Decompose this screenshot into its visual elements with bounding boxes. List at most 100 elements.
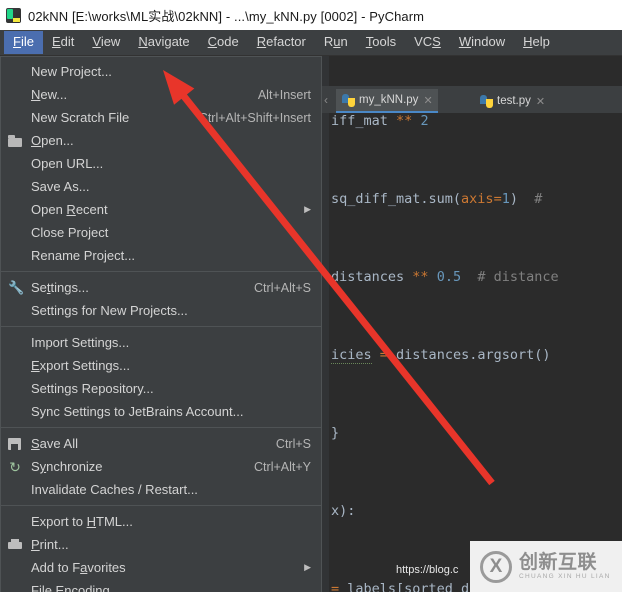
printer-icon (8, 538, 22, 552)
window-title: 02kNN [E:\works\ML实战\02kNN] - ...\my_kNN… (28, 8, 425, 24)
code-line: } (331, 425, 340, 441)
editor-gutter (322, 56, 329, 592)
menu-item-label: Settings Repository... (31, 381, 154, 396)
menu-item-shortcut: Alt+Insert (257, 87, 311, 102)
menu-item-save-all[interactable]: Save All Ctrl+S (1, 432, 321, 455)
menu-item-open[interactable]: Open... (1, 129, 321, 152)
menu-separator (1, 505, 321, 506)
menu-item-open-url[interactable]: Open URL... (1, 152, 321, 175)
tab-label: my_kNN.py (359, 94, 419, 106)
watermark-en-text: CHUANG XIN HU LIAN (519, 572, 611, 580)
menu-item-label: Export to HTML... (31, 514, 133, 529)
menu-item-label: Open Recent (31, 202, 108, 217)
editor-tab-test[interactable]: test.py ✕ (474, 89, 550, 113)
chevron-right-icon: ▶ (304, 204, 311, 214)
menubar-item-run[interactable]: Run (315, 31, 357, 54)
file-dropdown-menu: New Project... New... Alt+Insert New Scratc… (0, 56, 322, 592)
sync-icon: ↻ (9, 459, 21, 475)
menu-item-label: Open URL... (31, 156, 104, 171)
title-bar: 02kNN [E:\works\ML实战\02kNN] - ...\my_kNN… (0, 0, 622, 30)
menu-item-label: New Scratch File (31, 110, 130, 125)
menu-item-label: Save As... (31, 179, 90, 194)
tab-scroll-left-icon[interactable]: ‹ (324, 93, 328, 107)
menu-item-label: Settings... (31, 280, 89, 295)
editor-tab-my-knn[interactable]: my_kNN.py ✕ (336, 89, 438, 113)
tab-label: test.py (497, 95, 531, 107)
menu-item-label: Export Settings... (31, 358, 130, 373)
menu-item-open-recent[interactable]: Open Recent ▶ (1, 198, 321, 221)
menu-item-settings-for-new-projects[interactable]: Settings for New Projects... (1, 299, 321, 322)
pycharm-icon (6, 7, 21, 23)
menubar-item-navigate[interactable]: Navigate (129, 31, 198, 54)
menu-item-add-to-favorites[interactable]: Add to Favorites ▶ (1, 556, 321, 579)
menu-separator (1, 271, 321, 272)
menubar-item-view[interactable]: View (83, 31, 129, 54)
code-content[interactable]: iff_mat ** 2 sq_diff_mat.sum(axis=1) # d… (331, 56, 622, 592)
watermark-logo-icon (480, 550, 512, 583)
menu-item-label: Print... (31, 537, 69, 552)
menu-item-label: New Project... (31, 64, 112, 79)
menu-item-save-as[interactable]: Save As... (1, 175, 321, 198)
watermark: 创新互联 CHUANG XIN HU LIAN (470, 541, 622, 592)
menu-item-label: Rename Project... (31, 248, 136, 263)
menu-bar: File Edit View Navigate Code Refactor Run Tools… (0, 30, 622, 56)
pycharm-window: 02kNN [E:\works\ML实战\02kNN] - ...\my_kNN… (0, 0, 622, 592)
code-line: distances ** 0.5 # distance (331, 269, 559, 285)
menubar-item-refactor[interactable]: Refactor (248, 31, 315, 54)
menu-item-print[interactable]: Print... (1, 533, 321, 556)
menu-item-file-encoding[interactable]: File Encoding (1, 579, 321, 592)
menu-item-label: Synchronize (31, 459, 103, 474)
code-line: sq_diff_mat.sum(axis=1) # (331, 191, 551, 207)
menubar-item-file[interactable]: File (4, 31, 43, 54)
menubar-item-tools[interactable]: Tools (357, 31, 405, 54)
menu-item-label: Open... (31, 133, 74, 148)
menu-item-shortcut: Ctrl+S (275, 436, 311, 451)
menu-item-label: Sync Settings to JetBrains Account... (31, 404, 244, 419)
menu-item-export-settings[interactable]: Export Settings... (1, 354, 321, 377)
menubar-item-help[interactable]: Help (514, 31, 559, 54)
menu-item-close-project[interactable]: Close Project (1, 221, 321, 244)
menu-separator (1, 326, 321, 327)
menu-item-label: File Encoding (31, 583, 110, 592)
save-icon (8, 437, 22, 451)
menubar-item-vcs[interactable]: VCS (405, 31, 450, 54)
python-file-icon (480, 94, 493, 108)
close-icon[interactable]: ✕ (423, 94, 432, 107)
folder-icon (8, 134, 22, 148)
menu-item-settings[interactable]: 🔧 Settings... Ctrl+Alt+S (1, 276, 321, 299)
menu-item-label: Import Settings... (31, 335, 130, 350)
menu-item-label: Save All (31, 436, 78, 451)
code-line: x): (331, 503, 356, 519)
menubar-item-window[interactable]: Window (450, 31, 514, 54)
python-file-icon (342, 93, 355, 107)
menu-item-synchronize[interactable]: ↻ Synchronize Ctrl+Alt+Y (1, 455, 321, 478)
menu-item-label: Add to Favorites (31, 560, 126, 575)
menu-item-new-scratch-file[interactable]: New Scratch File Ctrl+Alt+Shift+Insert (1, 106, 321, 129)
menu-item-shortcut: Ctrl+Alt+S (254, 280, 311, 295)
blog-url-text: https://blog.c (396, 564, 459, 576)
menu-item-sync-settings-to-jetbrains-account[interactable]: Sync Settings to JetBrains Account... (1, 400, 321, 423)
menu-item-new[interactable]: New... Alt+Insert (1, 83, 321, 106)
menu-item-shortcut: Ctrl+Alt+Y (254, 459, 311, 474)
menubar-item-edit[interactable]: Edit (43, 31, 83, 54)
menu-item-export-to-html[interactable]: Export to HTML... (1, 510, 321, 533)
menu-item-import-settings[interactable]: Import Settings... (1, 331, 321, 354)
close-icon[interactable]: ✕ (536, 95, 545, 108)
menubar-item-code[interactable]: Code (199, 31, 248, 54)
menu-item-invalidate-caches-restart[interactable]: Invalidate Caches / Restart... (1, 478, 321, 501)
menu-item-label: Settings for New Projects... (31, 303, 188, 318)
menu-item-label: Close Project (31, 225, 109, 240)
menu-item-new-project[interactable]: New Project... (1, 60, 321, 83)
menu-item-label: New... (31, 87, 68, 102)
wrench-icon: 🔧 (8, 280, 25, 295)
code-line: icies = distances.argsort() (331, 347, 551, 364)
menu-item-settings-repository[interactable]: Settings Repository... (1, 377, 321, 400)
watermark-cn-text: 创新互联 (519, 550, 598, 573)
menu-item-label: Invalidate Caches / Restart... (31, 482, 198, 497)
menu-separator (1, 427, 321, 428)
editor-area: iff_mat ** 2 sq_diff_mat.sum(axis=1) # d… (322, 56, 622, 592)
menu-item-shortcut: Ctrl+Alt+Shift+Insert (198, 110, 311, 125)
menu-item-rename-project[interactable]: Rename Project... (1, 244, 321, 267)
chevron-right-icon: ▶ (304, 562, 311, 572)
editor-tab-bar: ‹ my_kNN.py ✕ test.py ✕ (322, 86, 622, 113)
